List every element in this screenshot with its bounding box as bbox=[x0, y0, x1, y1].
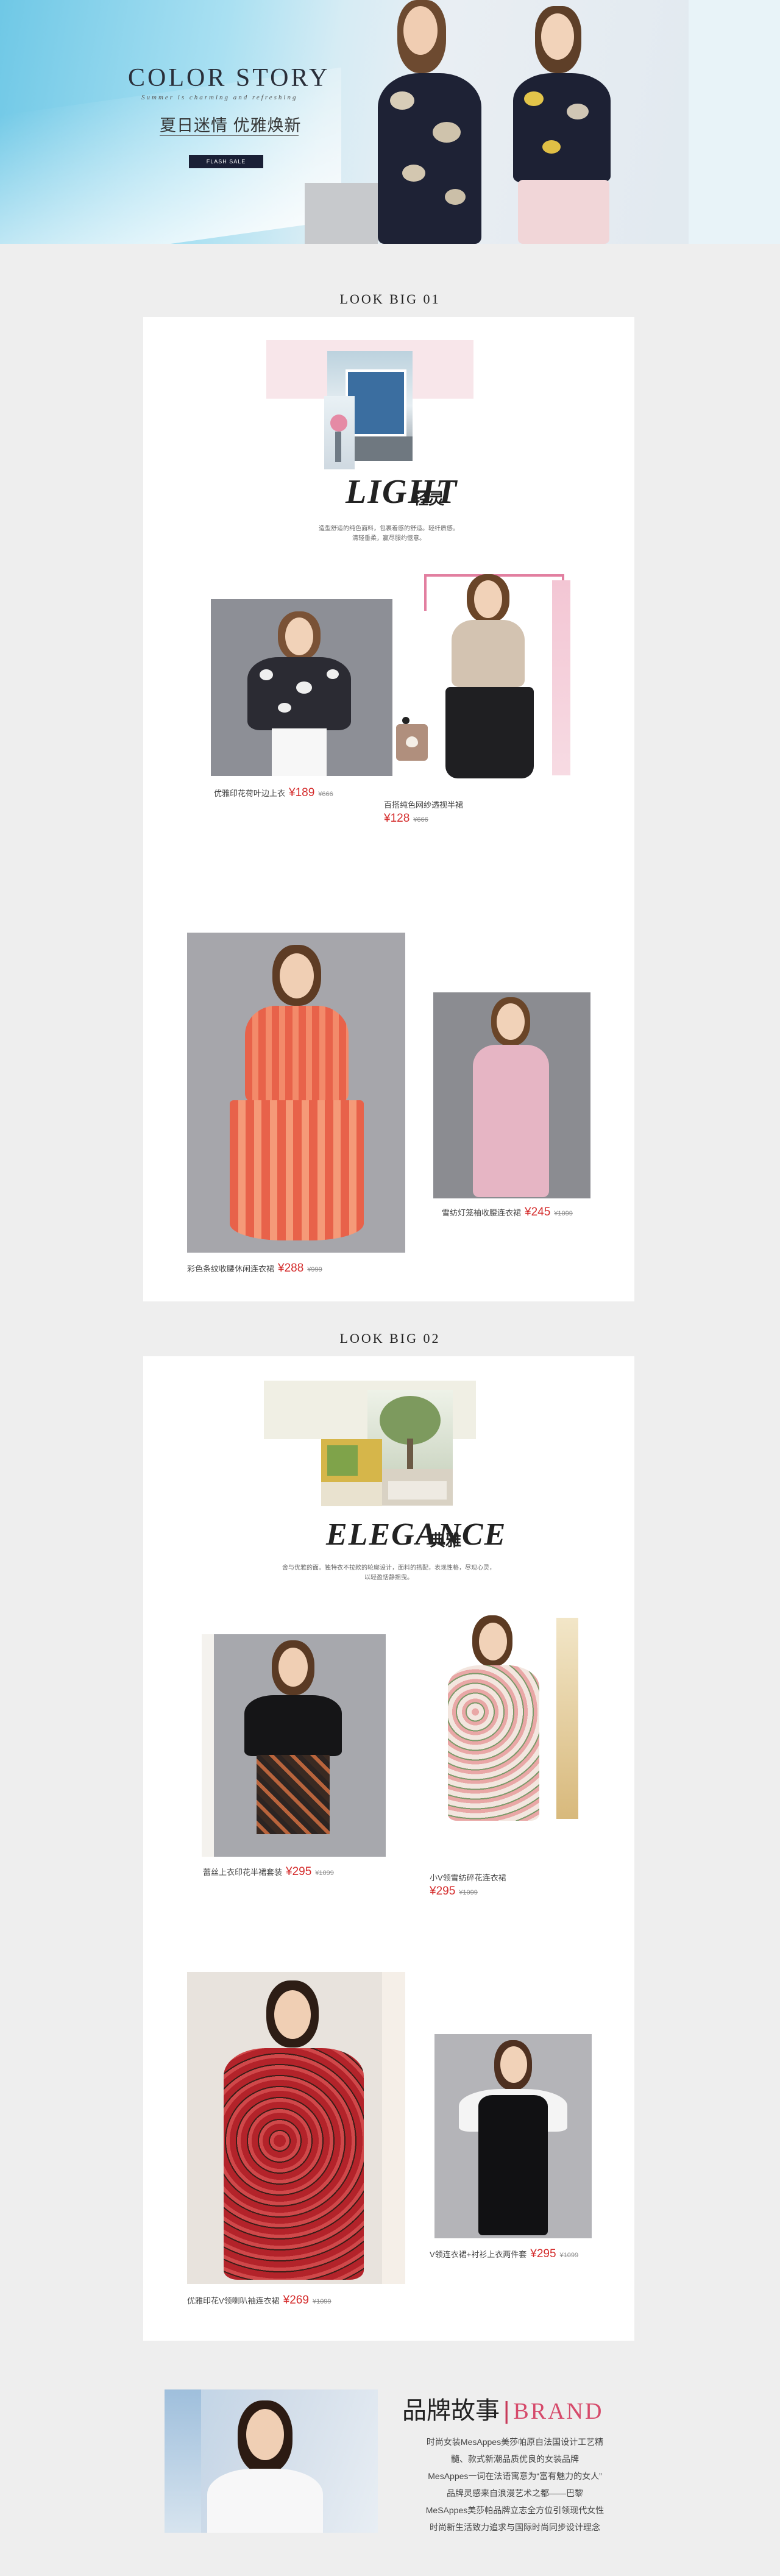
product-label[interactable]: 彩色条纹收腰休闲连衣裙 ¥288 ¥999 bbox=[187, 1262, 322, 1275]
hero-model-1 bbox=[360, 0, 500, 244]
product-price: ¥288 bbox=[278, 1262, 304, 1275]
product-label[interactable]: 优雅印花V领喇叭袖连衣裙 ¥269 ¥1099 bbox=[187, 2294, 332, 2307]
product-photo-lace-set[interactable] bbox=[202, 1634, 386, 1857]
product-name: 优雅印花V领喇叭袖连衣裙 bbox=[187, 2296, 280, 2305]
elegance-intro: 舍与优雅的面。独特衣不拉款的轮廓设计，面料的搭配，表现性格，尽现心灵， 以轻盈恬… bbox=[282, 1565, 495, 1581]
product-name: 小V领雪纺碎花连衣裙 bbox=[430, 1873, 506, 1882]
elegance-cn-word: 典雅 bbox=[430, 1532, 462, 1550]
product-price: ¥269 bbox=[283, 2294, 309, 2307]
product-label[interactable]: 小V领雪纺碎花连衣裙 ¥295 ¥1099 bbox=[430, 1871, 506, 1899]
product-original-price: ¥1099 bbox=[459, 1889, 478, 1896]
product-original-price: ¥1099 bbox=[554, 1210, 573, 1217]
product-price: ¥245 bbox=[525, 1206, 551, 1219]
product-price: ¥189 bbox=[289, 786, 315, 799]
heart-icon bbox=[406, 736, 418, 747]
hero-divider bbox=[160, 135, 299, 136]
product-photo-red-dress[interactable] bbox=[187, 1972, 405, 2284]
product-photo-mesh-skirt[interactable] bbox=[424, 574, 570, 781]
product-name: 雪纺灯笼袖收腰连衣裙 bbox=[442, 1208, 522, 1217]
flash-sale-button[interactable]: FLASH SALE bbox=[189, 155, 263, 168]
product-photo-striped-dress[interactable] bbox=[187, 933, 405, 1253]
product-label[interactable]: 百搭纯色网纱透视半裙 ¥128 ¥666 bbox=[384, 799, 463, 827]
product-original-price: ¥666 bbox=[318, 791, 333, 798]
brand-story-title: 品牌故事 | BRAND bbox=[402, 2391, 603, 2426]
product-original-price: ¥1099 bbox=[559, 2252, 579, 2259]
look-big-02-card: ELEGANCE 典雅 舍与优雅的面。独特衣不拉款的轮廓设计，面料的搭配，表现性… bbox=[143, 1356, 634, 2341]
hero-cn-title: 夏日迷情 优雅焕新 bbox=[160, 116, 302, 135]
product-price: ¥128 bbox=[384, 812, 410, 825]
look-big-01-title: LOOK BIG 01 bbox=[339, 291, 441, 307]
product-photo-pink-dress[interactable] bbox=[433, 992, 590, 1198]
product-photo-floral-blouse[interactable] bbox=[211, 599, 392, 776]
hero-title: COLOR STORY bbox=[128, 64, 330, 92]
product-original-price: ¥999 bbox=[307, 1266, 322, 1273]
product-original-price: ¥1099 bbox=[312, 2298, 332, 2305]
product-name: 优雅印花荷叶边上衣 bbox=[214, 789, 286, 798]
product-label[interactable]: V领连衣裙+衬衫上衣两件套 ¥295 ¥1099 bbox=[430, 2247, 578, 2261]
product-name: 彩色条纹收腰休闲连衣裙 bbox=[187, 1264, 275, 1273]
light-intro: 造型舒适的纯色面料，包裹着感的舒适。轻纤质感。 清轻垂柔，赢尽服约惬意。 bbox=[319, 525, 459, 542]
brand-title-en: BRAND bbox=[513, 2399, 604, 2424]
hero-model-2 bbox=[500, 6, 628, 244]
product-price: ¥295 bbox=[430, 1885, 456, 1898]
look-big-02-title: LOOK BIG 02 bbox=[339, 1331, 441, 1346]
look-big-01-card: LIGHT 轻灵 造型舒适的纯色面料，包裹着感的舒适。轻纤质感。 清轻垂柔，赢尽… bbox=[143, 317, 634, 1301]
light-cn-word: 轻灵 bbox=[413, 490, 445, 508]
product-original-price: ¥1099 bbox=[315, 1870, 334, 1877]
brand-story-text: 时尚女装MesAppes美莎帕原自法国设计工艺精 髓、款式新潮品质优良的女装品牌… bbox=[425, 2437, 604, 2532]
hero-subtitle: Summer is charming and refreshing bbox=[141, 94, 298, 101]
brand-title-cn: 品牌故事 bbox=[402, 2397, 500, 2424]
product-label[interactable]: 雪纺灯笼袖收腰连衣裙 ¥245 ¥1099 bbox=[442, 1206, 573, 1219]
product-label[interactable]: 蕾丝上衣印花半裙套装 ¥295 ¥1099 bbox=[203, 1865, 334, 1879]
elegance-bed-photo[interactable] bbox=[382, 1469, 453, 1506]
product-name: 百搭纯色网纱透视半裙 bbox=[384, 800, 464, 809]
product-label[interactable]: 优雅印花荷叶边上衣 ¥189 ¥666 bbox=[214, 786, 333, 800]
light-flower-photo[interactable] bbox=[324, 396, 355, 469]
hero-side-strip bbox=[689, 0, 780, 244]
product-price: ¥295 bbox=[286, 1865, 312, 1878]
hero-banner[interactable]: COLOR STORY Summer is charming and refre… bbox=[0, 0, 780, 244]
elegance-script-word: ELEGANCE bbox=[326, 1517, 507, 1552]
product-price: ¥295 bbox=[530, 2247, 556, 2260]
product-name: V领连衣裙+衬衫上衣两件套 bbox=[430, 2250, 527, 2259]
elegance-room-photo[interactable] bbox=[321, 1439, 382, 1506]
brand-photo[interactable] bbox=[165, 2389, 378, 2533]
brand-title-separator: | bbox=[503, 2397, 510, 2424]
product-photo-floral-dress[interactable] bbox=[434, 1614, 581, 1824]
product-photo-vneck-twopiece[interactable] bbox=[434, 2034, 592, 2238]
dot-icon bbox=[402, 717, 410, 724]
product-original-price: ¥666 bbox=[413, 816, 428, 824]
product-name: 蕾丝上衣印花半裙套装 bbox=[203, 1868, 283, 1877]
